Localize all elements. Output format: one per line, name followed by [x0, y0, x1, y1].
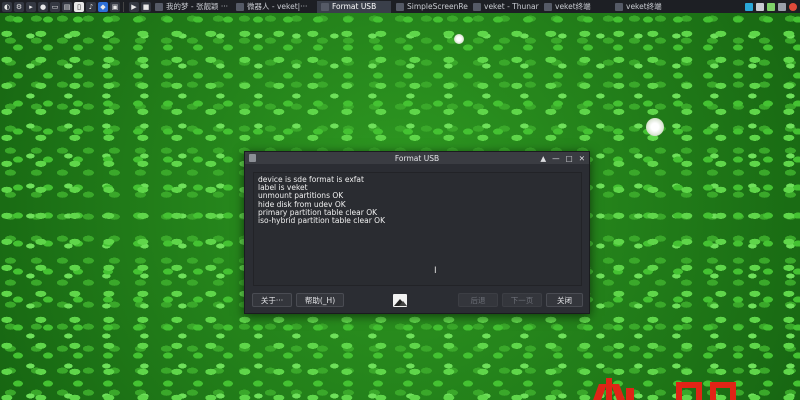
file-manager-icon[interactable]: ▤: [62, 1, 72, 12]
folder-icon[interactable]: ▭: [50, 1, 60, 12]
volume-icon[interactable]: [756, 2, 764, 11]
task-label: veket终端: [626, 2, 662, 11]
close-icon[interactable]: ✕: [579, 154, 585, 163]
document-icon[interactable]: ▯: [74, 1, 84, 12]
task-label: 我的梦 - 张靓颖 ···: [166, 2, 229, 11]
window-controls: ▲ — □ ✕: [540, 152, 585, 164]
clover-flower: [646, 118, 664, 136]
minimize-icon[interactable]: —: [552, 154, 560, 163]
terminal-window-icon: [544, 2, 552, 11]
format-usb-window: Format USB ▲ — □ ✕ device is sde format …: [244, 151, 590, 314]
task-terminal-1[interactable]: veket终端: [540, 1, 610, 13]
monitor-icon[interactable]: ▣: [110, 1, 120, 12]
task-label: SimpleScreenRe···: [407, 2, 468, 11]
window-app-icon[interactable]: [249, 154, 256, 162]
play-icon[interactable]: ▶: [129, 1, 139, 12]
app-menu-icon[interactable]: ◐: [2, 1, 12, 12]
settings-icon[interactable]: ⚙: [14, 1, 24, 12]
shade-icon[interactable]: ▲: [540, 154, 546, 163]
network-app-icon[interactable]: ◆: [98, 1, 108, 12]
folder-window-icon: [473, 2, 481, 11]
task-label: 微器人 - veket|···: [247, 2, 308, 11]
log-output[interactable]: device is sde format is exfat label is v…: [253, 172, 582, 286]
about-button-label: 关于···: [260, 295, 284, 305]
stop-icon[interactable]: ■: [141, 1, 151, 12]
task-label: Format USB: [332, 2, 377, 11]
browser-window-icon: [236, 2, 244, 11]
terminal-icon[interactable]: ▸: [26, 1, 36, 12]
next-button[interactable]: 下一页: [502, 293, 542, 307]
system-tray: [745, 2, 800, 11]
taskbar: ◐ ⚙ ▸ ● ▭ ▤ ▯ ♪ ◆ ▣ ▶ ■ 我的梦 - 张靓颖 ··· 微器…: [0, 0, 800, 13]
brand-logo-fragment: [592, 378, 752, 400]
task-terminal-2[interactable]: veket终端: [611, 1, 681, 13]
task-screen-recorder[interactable]: SimpleScreenRe···: [392, 1, 468, 13]
task-music-player[interactable]: 我的梦 - 张靓颖 ···: [151, 1, 231, 13]
clover-flower: [454, 34, 464, 44]
close-button-label: 关闭: [557, 295, 572, 305]
taskbar-separator: [123, 1, 124, 12]
music-note-icon: [155, 2, 163, 11]
back-button-label: 后退: [470, 295, 486, 305]
image-logo-icon: [393, 294, 407, 307]
battery-icon[interactable]: [767, 2, 775, 11]
window-title: Format USB: [394, 153, 440, 163]
back-button[interactable]: 后退: [458, 293, 498, 307]
maximize-icon[interactable]: □: [566, 154, 573, 163]
recorder-icon: [396, 2, 404, 11]
task-label: veket终端: [555, 2, 591, 11]
window-titlebar[interactable]: Format USB ▲ — □ ✕: [245, 152, 589, 164]
help-button-label: 帮助(_H): [304, 295, 336, 305]
task-label: veket - Thunar: [484, 2, 539, 11]
power-icon[interactable]: [789, 2, 797, 11]
close-button[interactable]: 关闭: [546, 293, 583, 307]
help-button[interactable]: 帮助(_H): [296, 293, 344, 307]
next-button-label: 下一页: [510, 295, 534, 305]
browser-icon[interactable]: ●: [38, 1, 48, 12]
terminal-window-icon: [615, 2, 623, 11]
task-browser[interactable]: 微器人 - veket|···: [232, 1, 316, 13]
usb-app-icon: [321, 2, 329, 11]
media-icon[interactable]: ♪: [86, 1, 96, 12]
about-button[interactable]: 关于···: [252, 293, 292, 307]
text-cursor-icon: I: [434, 266, 437, 276]
wifi-icon[interactable]: [778, 2, 786, 11]
task-thunar[interactable]: veket - Thunar: [469, 1, 539, 13]
task-format-usb[interactable]: Format USB: [317, 0, 391, 13]
log-line: iso-hybrid partition table clear OK: [258, 216, 385, 226]
display-icon[interactable]: [745, 2, 753, 11]
